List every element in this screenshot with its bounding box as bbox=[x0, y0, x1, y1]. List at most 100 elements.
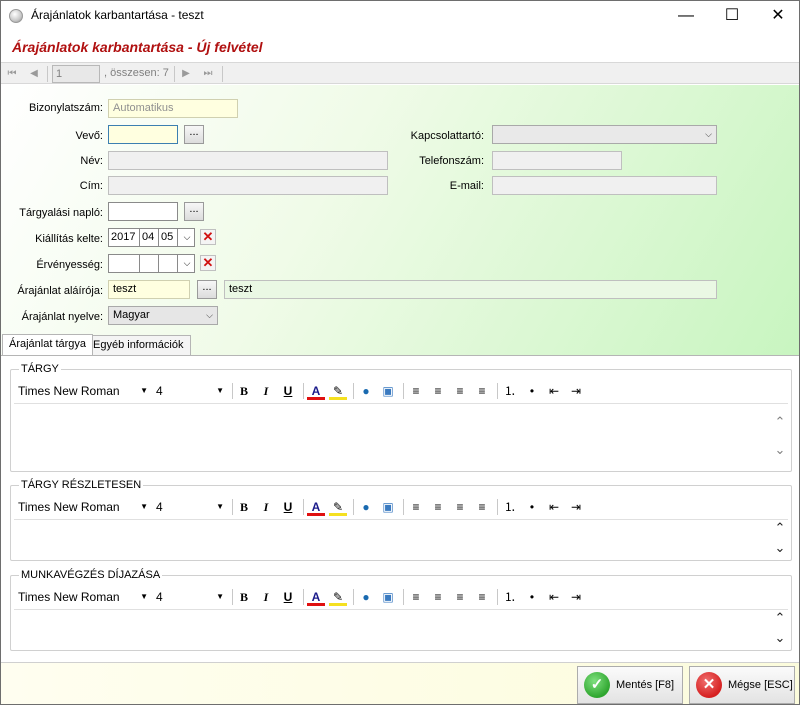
align-left-icon[interactable]: ≡ bbox=[407, 588, 425, 606]
save-button[interactable]: ✓ Mentés [F8] bbox=[577, 666, 683, 704]
outdent-icon[interactable]: ⇤ bbox=[545, 588, 563, 606]
link-icon[interactable]: ● bbox=[357, 588, 375, 606]
align-right-icon[interactable]: ≡ bbox=[451, 588, 469, 606]
numbered-list-icon[interactable]: ⒈ bbox=[501, 498, 519, 516]
cancel-button[interactable]: ✕ Mégse [ESC] bbox=[689, 666, 795, 704]
validity-dropdown-icon[interactable]: ⌵ bbox=[177, 254, 195, 273]
italic-icon[interactable]: I bbox=[257, 498, 275, 516]
align-right-icon[interactable]: ≡ bbox=[451, 382, 469, 400]
issue-date-clear-icon[interactable]: ✕ bbox=[200, 229, 216, 245]
validity-day[interactable] bbox=[158, 254, 178, 273]
bullet-list-icon[interactable]: • bbox=[523, 498, 541, 516]
indent-icon[interactable]: ⇥ bbox=[567, 382, 585, 400]
prev-record-icon[interactable]: ◀ bbox=[26, 66, 42, 82]
font-size-select[interactable]: 4 ▼ bbox=[154, 588, 226, 606]
font-size-select[interactable]: 4 ▼ bbox=[154, 498, 226, 516]
outdent-icon[interactable]: ⇤ bbox=[545, 498, 563, 516]
align-center-icon[interactable]: ≡ bbox=[429, 498, 447, 516]
address-field[interactable] bbox=[108, 176, 388, 195]
contact-select[interactable]: ⌵ bbox=[492, 125, 717, 144]
underline-icon[interactable]: U bbox=[279, 498, 297, 516]
customer-browse-button[interactable]: ... bbox=[184, 125, 204, 144]
last-record-icon[interactable]: ⏭ bbox=[200, 66, 216, 82]
scroll-up-icon[interactable]: ⌃ bbox=[772, 520, 788, 536]
doc-number-field[interactable]: Automatikus bbox=[108, 99, 238, 118]
highlight-icon[interactable]: ✎ bbox=[329, 498, 347, 516]
link-icon[interactable]: ● bbox=[357, 382, 375, 400]
scroll-down-icon[interactable]: ⌄ bbox=[772, 540, 788, 556]
validity-year[interactable] bbox=[108, 254, 140, 273]
negotiation-log-field[interactable] bbox=[108, 202, 178, 221]
justify-icon[interactable]: ≡ bbox=[473, 498, 491, 516]
language-select[interactable]: Magyar ⌵ bbox=[108, 306, 218, 325]
numbered-list-icon[interactable]: ⒈ bbox=[501, 382, 519, 400]
maximize-button[interactable]: ☐ bbox=[709, 1, 755, 31]
phone-field[interactable] bbox=[492, 151, 622, 170]
align-center-icon[interactable]: ≡ bbox=[429, 588, 447, 606]
validity-month[interactable] bbox=[139, 254, 159, 273]
link-icon[interactable]: ● bbox=[357, 498, 375, 516]
editor-content[interactable] bbox=[14, 519, 788, 559]
customer-field[interactable] bbox=[108, 125, 178, 144]
record-position-input[interactable]: 1 bbox=[52, 65, 100, 83]
font-color-icon[interactable]: A bbox=[307, 382, 325, 400]
name-field[interactable] bbox=[108, 151, 388, 170]
email-field[interactable] bbox=[492, 176, 717, 195]
numbered-list-icon[interactable]: ⒈ bbox=[501, 588, 519, 606]
scroll-up-icon[interactable]: ⌃ bbox=[772, 414, 788, 430]
minimize-button[interactable]: — bbox=[663, 1, 709, 31]
image-icon[interactable]: ▣ bbox=[379, 588, 397, 606]
record-total: , összesen: 7 bbox=[104, 67, 169, 79]
first-record-icon[interactable]: ⏮ bbox=[4, 66, 20, 82]
align-left-icon[interactable]: ≡ bbox=[407, 382, 425, 400]
issue-date-day[interactable]: 05 bbox=[158, 228, 178, 247]
bullet-list-icon[interactable]: • bbox=[523, 588, 541, 606]
underline-icon[interactable]: U bbox=[279, 588, 297, 606]
app-icon bbox=[9, 9, 23, 23]
outdent-icon[interactable]: ⇤ bbox=[545, 382, 563, 400]
editor-title: MUNKAVÉGZÉS DÍJAZÁSA bbox=[19, 569, 163, 581]
font-family-select[interactable]: Times New Roman ▼ bbox=[16, 588, 150, 606]
record-navigator: ⏮ ◀ 1 , összesen: 7 ▶ ⏭ bbox=[0, 62, 800, 84]
validity-clear-icon[interactable]: ✕ bbox=[200, 255, 216, 271]
justify-icon[interactable]: ≡ bbox=[473, 588, 491, 606]
scroll-up-icon[interactable]: ⌃ bbox=[772, 610, 788, 626]
bold-icon[interactable]: B bbox=[235, 588, 253, 606]
font-family-select[interactable]: Times New Roman ▼ bbox=[16, 382, 150, 400]
justify-icon[interactable]: ≡ bbox=[473, 382, 491, 400]
signer-field[interactable]: teszt bbox=[108, 280, 190, 299]
indent-icon[interactable]: ⇥ bbox=[567, 498, 585, 516]
scroll-down-icon[interactable]: ⌄ bbox=[772, 630, 788, 646]
underline-icon[interactable]: U bbox=[279, 382, 297, 400]
font-family-select[interactable]: Times New Roman ▼ bbox=[16, 498, 150, 516]
tab-other-info[interactable]: Egyéb információk bbox=[86, 335, 191, 355]
next-record-icon[interactable]: ▶ bbox=[178, 66, 194, 82]
bullet-list-icon[interactable]: • bbox=[523, 382, 541, 400]
tab-subject[interactable]: Árajánlat tárgya bbox=[2, 334, 94, 355]
image-icon[interactable]: ▣ bbox=[379, 498, 397, 516]
font-color-icon[interactable]: A bbox=[307, 498, 325, 516]
font-size-select[interactable]: 4 ▼ bbox=[154, 382, 226, 400]
italic-icon[interactable]: I bbox=[257, 588, 275, 606]
indent-icon[interactable]: ⇥ bbox=[567, 588, 585, 606]
toolbar-separator bbox=[353, 589, 354, 605]
highlight-icon[interactable]: ✎ bbox=[329, 588, 347, 606]
editor-content[interactable] bbox=[14, 609, 788, 649]
font-color-icon[interactable]: A bbox=[307, 588, 325, 606]
signer-browse-button[interactable]: ... bbox=[197, 280, 217, 299]
align-right-icon[interactable]: ≡ bbox=[451, 498, 469, 516]
italic-icon[interactable]: I bbox=[257, 382, 275, 400]
close-button[interactable]: ✕ bbox=[755, 1, 800, 31]
negotiation-log-browse-button[interactable]: ... bbox=[184, 202, 204, 221]
issue-date-year[interactable]: 2017 bbox=[108, 228, 140, 247]
issue-date-month[interactable]: 04 bbox=[139, 228, 159, 247]
highlight-icon[interactable]: ✎ bbox=[329, 382, 347, 400]
align-left-icon[interactable]: ≡ bbox=[407, 498, 425, 516]
editor-content[interactable] bbox=[14, 403, 788, 469]
image-icon[interactable]: ▣ bbox=[379, 382, 397, 400]
bold-icon[interactable]: B bbox=[235, 498, 253, 516]
align-center-icon[interactable]: ≡ bbox=[429, 382, 447, 400]
bold-icon[interactable]: B bbox=[235, 382, 253, 400]
scroll-down-icon[interactable]: ⌄ bbox=[772, 442, 788, 458]
issue-date-dropdown-icon[interactable]: ⌵ bbox=[177, 228, 195, 247]
